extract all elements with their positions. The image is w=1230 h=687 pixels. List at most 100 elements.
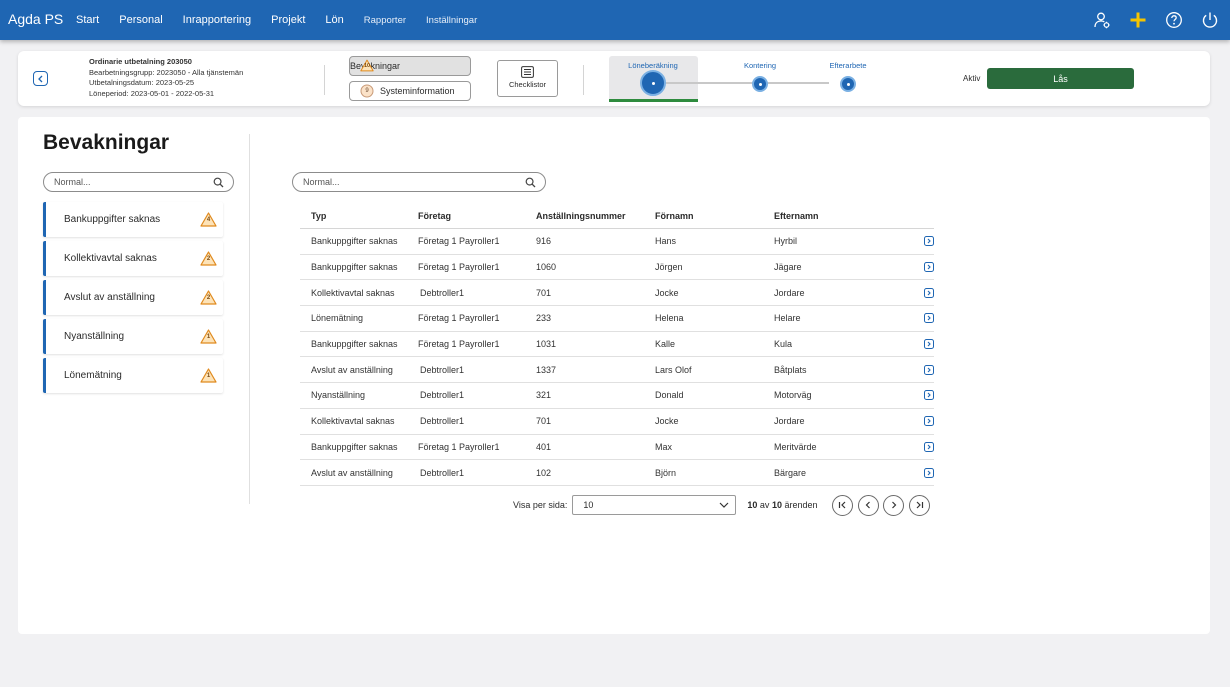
nav-item-start[interactable]: Start [76, 14, 99, 26]
table-search-input[interactable]: Normal... [292, 172, 546, 192]
lock-button[interactable]: Lås [987, 68, 1134, 89]
plus-icon[interactable] [1126, 8, 1150, 32]
warning-icon: 2 [200, 290, 217, 305]
cell-foretag: Företag 1 Payroller1 [418, 441, 500, 452]
cell-efternamn: Jägare [774, 262, 802, 273]
table-header: Typ Företag Anställningsnummer Förnamn E… [300, 203, 934, 229]
systeminformation-button[interactable]: 9 Systeminformation [349, 81, 471, 101]
table-row[interactable]: Bankuppgifter saknas Företag 1 Payroller1… [300, 229, 934, 255]
category-item-bankuppgifter[interactable]: Bankuppgifter saknas 4 [43, 202, 223, 237]
table-row[interactable]: Kollektivavtal saknas Debtroller1 701 Jocke… [300, 409, 934, 435]
column-header-fornamn[interactable]: Förnamn [655, 211, 774, 221]
bevakningar-button[interactable]: 10 Bevakningar [349, 56, 471, 76]
total-count: 10 [771, 500, 782, 510]
user-settings-icon[interactable] [1090, 8, 1114, 32]
previous-page-button[interactable] [857, 494, 879, 516]
table-row[interactable]: Bankuppgifter saknas Företag 1 Payroller1… [300, 435, 934, 461]
cell-fornamn: Jörgen [655, 262, 683, 273]
next-page-button[interactable] [883, 494, 904, 516]
category-count: 1 [206, 373, 211, 379]
table-row[interactable]: Bankuppgifter saknas Företag 1 Payroller1… [300, 255, 934, 281]
open-row-button[interactable] [924, 364, 934, 375]
open-row-button[interactable] [924, 262, 934, 273]
payroll-run-header: Ordinarie utbetalning 203050 Bearbetning… [18, 51, 1210, 106]
column-header-foretag[interactable]: Företag [418, 211, 536, 221]
cell-foretag: Företag 1 Payroller1 [418, 236, 500, 247]
table-row[interactable]: Kollektivavtal saknas Debtroller1 701 Jocke… [300, 280, 934, 307]
cell-actions [894, 262, 934, 273]
open-row-button[interactable] [924, 390, 934, 401]
search-icon[interactable] [525, 177, 536, 188]
category-search-input[interactable]: Normal... [43, 172, 234, 192]
cell-fornamn: Kalle [655, 339, 676, 350]
category-list: Bankuppgifter saknas 4 Kollektivavtal sa… [43, 202, 223, 397]
warning-icon: 1 [200, 329, 217, 344]
per-page-select[interactable]: 10 [572, 495, 737, 515]
search-icon[interactable] [213, 177, 224, 188]
category-label: Avslut av anställning [64, 292, 155, 303]
table-row[interactable]: Nyanställning Debtroller1 321 Donald Motorvä… [300, 383, 934, 409]
category-item-lonematning[interactable]: Lönemätning 1 [43, 358, 223, 393]
cell-anstallningsnummer: 916 [536, 236, 552, 247]
step-dot-efterarbete[interactable] [840, 76, 856, 92]
nav-item-projekt[interactable]: Projekt [271, 14, 305, 26]
cell-actions [894, 390, 934, 401]
open-row-button[interactable] [924, 236, 934, 247]
step-dot-kontering[interactable] [752, 76, 768, 92]
table-search-placeholder: Normal... [303, 177, 340, 187]
bevakningar-count: 10 [363, 63, 371, 69]
cell-foretag: Företag 1 Payroller1 [418, 339, 500, 350]
category-item-nyanstallning[interactable]: Nyanställning 1 [43, 319, 223, 354]
cell-actions [894, 339, 934, 350]
category-item-avslut[interactable]: Avslut av anställning 2 [43, 280, 223, 315]
column-header-efternamn[interactable]: Efternamn [774, 211, 894, 221]
table-row[interactable]: Bankuppgifter saknas Företag 1 Payroller1… [300, 332, 934, 358]
cell-anstallningsnummer: 102 [536, 467, 552, 478]
step-dot-loneberakning[interactable] [640, 70, 666, 96]
app-title[interactable]: Agda PS [8, 11, 63, 27]
first-page-button[interactable] [832, 494, 853, 516]
warning-icon: 4 [200, 212, 217, 227]
power-icon[interactable] [1198, 8, 1222, 32]
step-label-loneberakning: Löneberäkning [628, 61, 678, 70]
open-row-button[interactable] [924, 313, 934, 324]
cell-fornamn: Donald [655, 390, 684, 401]
nav-item-installningar[interactable]: Inställningar [426, 15, 477, 26]
last-page-button[interactable] [908, 494, 930, 516]
open-row-button[interactable] [924, 339, 934, 350]
page-title: Bevakningar [43, 131, 170, 154]
category-count: 1 [206, 334, 211, 340]
table-body: Bankuppgifter saknas Företag 1 Payroller1… [300, 229, 934, 486]
chevron-right-icon [891, 501, 896, 509]
table-row[interactable]: Lönemätning Företag 1 Payroller1 233 Helena… [300, 306, 934, 332]
cell-typ: Kollektivavtal saknas [311, 287, 395, 298]
column-header-anstallningsnummer[interactable]: Anställningsnummer [536, 211, 655, 221]
cell-anstallningsnummer: 701 [536, 416, 552, 427]
open-row-button[interactable] [924, 416, 934, 427]
nav-item-rapporter[interactable]: Rapporter [364, 15, 406, 26]
category-label: Lönemätning [64, 370, 122, 381]
per-page-value: 10 [583, 500, 594, 510]
column-header-typ[interactable]: Typ [300, 211, 418, 221]
cell-actions [894, 313, 934, 324]
back-button[interactable] [33, 71, 48, 86]
category-item-kollektivavtal[interactable]: Kollektivavtal saknas 2 [43, 241, 223, 276]
info-count-icon: 9 [360, 84, 374, 98]
table-row[interactable]: Avslut av anställning Debtroller1 102 Björn… [300, 460, 934, 486]
cell-fornamn: Hans [655, 236, 677, 247]
cell-typ: Nyanställning [311, 390, 366, 401]
category-count: 4 [206, 217, 211, 223]
checklistor-button[interactable]: Checklistor [497, 60, 558, 97]
nav-item-inrapportering[interactable]: Inrapportering [183, 14, 252, 26]
nav-item-personal[interactable]: Personal [119, 14, 162, 26]
open-row-button[interactable] [924, 287, 934, 298]
open-row-button[interactable] [924, 467, 934, 478]
open-row-button[interactable] [924, 441, 934, 452]
help-icon[interactable] [1162, 8, 1186, 32]
category-label: Bankuppgifter saknas [64, 214, 161, 225]
per-page-label: Visa per sida: [513, 500, 568, 510]
nav-item-lon[interactable]: Lön [325, 14, 343, 26]
table-row[interactable]: Avslut av anställning Debtroller1 1337 Lars… [300, 357, 934, 384]
run-payout-date: Utbetalningsdatum: 2023-05-25 [89, 78, 195, 87]
main-nav: Start Personal Inrapportering Projekt Lö… [76, 0, 497, 40]
